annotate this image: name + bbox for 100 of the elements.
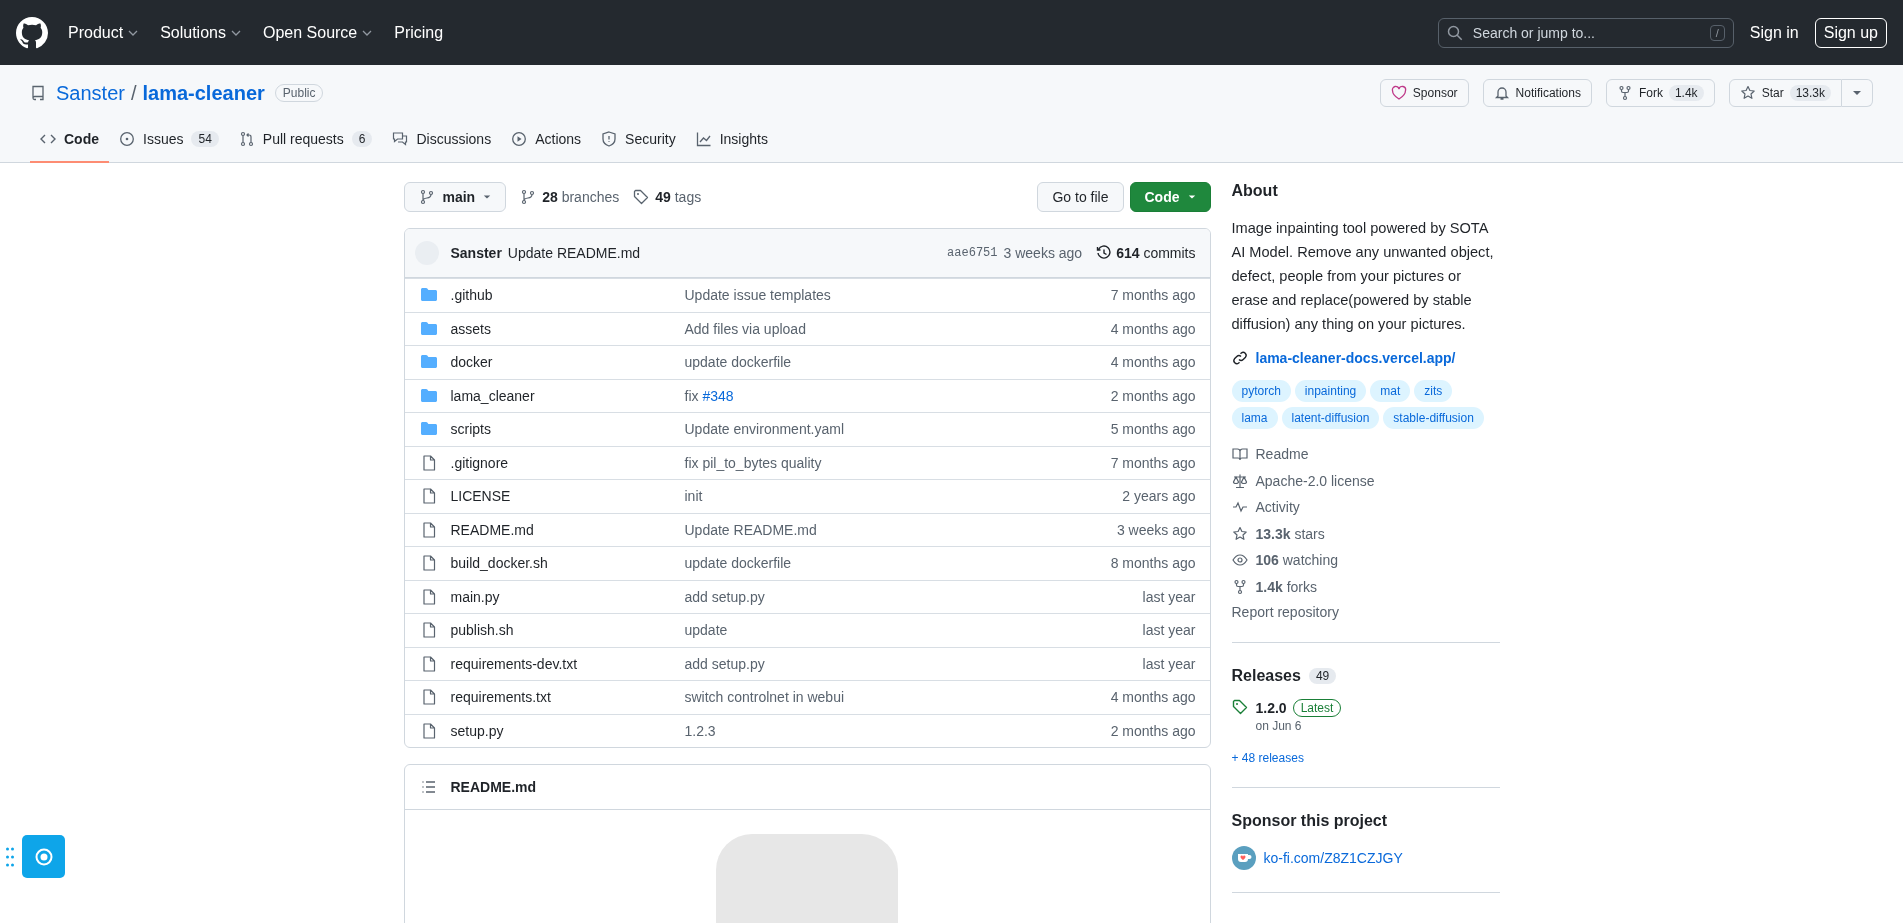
repo-stat-link[interactable]: Activity: [1231, 498, 1500, 517]
record-button[interactable]: [22, 835, 65, 878]
repo-tab[interactable]: Security: [591, 117, 686, 163]
commit-message-link[interactable]: update dockerfile: [684, 354, 792, 371]
repo-tab[interactable]: Issues 54: [109, 117, 229, 163]
fork-button[interactable]: Fork 1.4k: [1605, 79, 1715, 107]
forks-icon: [1231, 578, 1248, 595]
repo-stat-link[interactable]: Apache-2.0 license: [1231, 471, 1500, 490]
tags-link[interactable]: 49 tags: [633, 189, 702, 205]
file-name-link[interactable]: build_docker.sh: [450, 555, 685, 572]
file-name-link[interactable]: .github: [450, 287, 685, 304]
report-repository-link[interactable]: Report repository: [1231, 604, 1500, 620]
commit-message-link[interactable]: fix pil_to_bytes quality: [684, 454, 822, 471]
commit-message-link[interactable]: add setup.py: [684, 588, 765, 605]
nav-link[interactable]: Open Source: [258, 23, 377, 42]
topic-tag[interactable]: mat: [1370, 380, 1411, 402]
branches-link[interactable]: 28 branches: [520, 189, 620, 205]
file-name-link[interactable]: docker: [450, 354, 685, 371]
shortcut-key: /: [1709, 24, 1725, 41]
caret-icon: [1852, 90, 1862, 96]
search-input[interactable]: Search or jump to...: [1470, 23, 1702, 42]
owner-link[interactable]: Sanster: [56, 81, 125, 105]
file-name-link[interactable]: .gitignore: [450, 454, 685, 471]
star-button[interactable]: Star 13.3k: [1728, 79, 1842, 107]
commit-author-link[interactable]: Sanster: [450, 245, 502, 261]
license-icon: [1231, 472, 1248, 489]
code-button[interactable]: Code: [1129, 182, 1211, 212]
file-name-link[interactable]: lama_cleaner: [450, 387, 685, 404]
history-icon: [1096, 245, 1113, 261]
chevron-down-icon: [362, 29, 373, 36]
sign-up-button[interactable]: Sign up: [1814, 17, 1887, 48]
repo-tab[interactable]: Pull requests 6: [228, 117, 383, 163]
go-to-file-button[interactable]: Go to file: [1037, 182, 1124, 212]
commit-message-link[interactable]: 1.2.3: [684, 722, 716, 739]
commits-link[interactable]: 614 commits: [1096, 245, 1196, 261]
fork-count: 1.4k: [1668, 85, 1704, 101]
topic-tag[interactable]: stable-diffusion: [1383, 407, 1484, 429]
repo-stat-link[interactable]: Readme: [1231, 445, 1500, 464]
nav-link[interactable]: Solutions: [156, 23, 245, 42]
file-icon: [420, 655, 437, 672]
star-menu-button[interactable]: [1842, 79, 1873, 107]
nav-link[interactable]: Pricing: [390, 23, 448, 42]
commit-message-link[interactable]: Update environment.yaml: [684, 421, 845, 438]
topic-tag[interactable]: lama: [1231, 407, 1278, 429]
nav-link[interactable]: Product: [64, 23, 143, 42]
sponsor-link[interactable]: ko-fi.com/Z8Z1CZJGY: [1263, 850, 1403, 866]
commit-message-link[interactable]: Update README.md: [507, 245, 641, 261]
notifications-button[interactable]: Notifications: [1482, 79, 1592, 107]
repo-name-link[interactable]: lama-cleaner: [142, 81, 265, 105]
topic-tag[interactable]: zits: [1414, 380, 1453, 402]
commit-time: 7 months ago: [1110, 287, 1196, 304]
commit-message-link[interactable]: fix: [684, 387, 699, 404]
repo-tab[interactable]: Discussions: [382, 117, 502, 163]
repo-stat-link[interactable]: 13.3k stars: [1231, 524, 1500, 543]
repo-tab[interactable]: Insights: [685, 117, 778, 163]
branch-select-button[interactable]: main: [403, 182, 507, 212]
releases-heading-link[interactable]: Releases: [1231, 667, 1301, 685]
website-link[interactable]: lama-cleaner-docs.vercel.app/: [1255, 350, 1456, 366]
more-releases-link[interactable]: + 48 releases: [1231, 751, 1500, 765]
commit-message-link[interactable]: Update README.md: [684, 521, 817, 538]
commit-message-link[interactable]: Add files via upload: [684, 320, 806, 337]
search-field[interactable]: Search or jump to... /: [1437, 17, 1734, 48]
commit-message-link[interactable]: update: [684, 622, 728, 639]
commit-sha-link[interactable]: aae6751: [947, 246, 998, 260]
file-name-link[interactable]: requirements-dev.txt: [450, 655, 685, 672]
repo-stat-link[interactable]: 1.4k forks: [1231, 577, 1500, 596]
commit-time: 4 months ago: [1110, 354, 1196, 371]
commit-message-link[interactable]: Update issue templates: [684, 287, 831, 304]
file-icon: [420, 588, 437, 605]
repo-icon: [30, 85, 46, 101]
topic-tag[interactable]: inpainting: [1294, 380, 1367, 402]
branch-icon: [520, 189, 537, 205]
sponsor-button[interactable]: Sponsor: [1379, 79, 1469, 107]
commit-message-link[interactable]: switch controlnet in webui: [684, 689, 845, 706]
file-icon: [420, 689, 437, 706]
file-name-link[interactable]: scripts: [450, 421, 685, 438]
file-name-link[interactable]: setup.py: [450, 722, 685, 739]
repo-tab[interactable]: Actions: [501, 117, 592, 163]
file-name-link[interactable]: README.md: [450, 521, 685, 538]
commit-message-link[interactable]: update dockerfile: [684, 555, 792, 572]
repo-stat-link[interactable]: 106 watching: [1231, 551, 1500, 570]
release-version-link[interactable]: 1.2.0: [1255, 700, 1287, 716]
file-name-link[interactable]: publish.sh: [450, 622, 685, 639]
file-name-link[interactable]: requirements.txt: [450, 689, 685, 706]
commit-message-link[interactable]: init: [684, 488, 703, 505]
file-name-link[interactable]: LICENSE: [450, 488, 685, 505]
repo-description: Image inpainting tool powered by SOTA AI Model. Remove any unwanted object, defect, people from your pictures or erase and replace(powered by stable diffusion) any thing on your pictures.: [1231, 219, 1495, 334]
sign-in-link[interactable]: Sign in: [1749, 23, 1799, 42]
file-name-link[interactable]: main.py: [450, 588, 685, 605]
list-icon[interactable]: [420, 779, 437, 795]
topic-tag[interactable]: pytorch: [1231, 380, 1291, 402]
drag-handle-icon[interactable]: [6, 846, 14, 867]
commit-message-link[interactable]: add setup.py: [684, 655, 765, 672]
repo-tab[interactable]: Code: [30, 117, 109, 163]
file-name-link[interactable]: assets: [450, 320, 685, 337]
issue-link[interactable]: #348: [702, 387, 734, 404]
release-date: on Jun 6: [1255, 719, 1302, 733]
pulls-icon: [238, 131, 255, 147]
octocat-logo-icon[interactable]: [16, 16, 48, 49]
topic-tag[interactable]: latent-diffusion: [1281, 407, 1380, 429]
